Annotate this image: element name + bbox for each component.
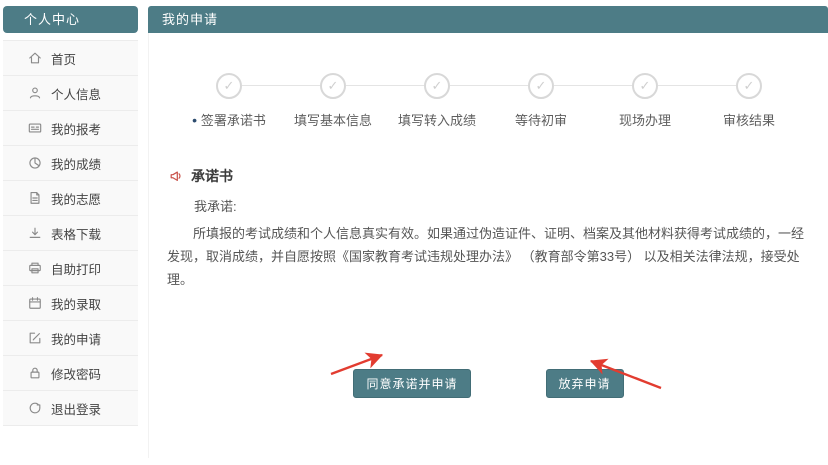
sidebar-item-label: 退出登录 [51, 399, 101, 418]
agree-apply-button[interactable]: 同意承诺并申请 [353, 369, 470, 398]
step-fill-transfer-scores: ✓ 填写转入成绩 [385, 73, 489, 129]
lock-icon [28, 366, 42, 380]
check-icon: ✓ [528, 73, 554, 99]
sidebar-item-label: 我的申请 [51, 329, 101, 348]
sidebar-item-my-registration[interactable]: 我的报考 [3, 111, 138, 146]
sidebar-item-my-application[interactable]: 我的申请 [3, 321, 138, 356]
sidebar-item-form-download[interactable]: 表格下载 [3, 216, 138, 251]
application-steps: ✓ 签署承诺书 ✓ 填写基本信息 ✓ 填写转入成绩 ✓ 等待初审 ✓ 现场办 [177, 73, 801, 129]
step-review-result: ✓ 审核结果 [697, 73, 801, 129]
sidebar-item-self-print[interactable]: 自助打印 [3, 251, 138, 286]
home-icon [28, 51, 42, 65]
step-label: 填写转入成绩 [385, 110, 489, 129]
check-icon: ✓ [216, 73, 242, 99]
page: 个人中心 首页 个人信息 我的报考 我的成绩 我的志愿 [0, 0, 828, 458]
megaphone-icon [169, 169, 183, 183]
sidebar-item-label: 修改密码 [51, 364, 101, 383]
sidebar-item-change-password[interactable]: 修改密码 [3, 356, 138, 391]
step-label: 现场办理 [593, 110, 697, 129]
logout-icon [28, 401, 42, 415]
main-panel-title: 我的申请 [148, 6, 828, 33]
step-fill-basic-info: ✓ 填写基本信息 [281, 73, 385, 129]
sidebar-item-personal-info[interactable]: 个人信息 [3, 76, 138, 111]
pie-chart-icon [28, 156, 42, 170]
user-icon [28, 86, 42, 100]
commitment-title: 承诺书 [191, 166, 233, 186]
commitment-section: 承诺书 我承诺: 所填报的考试成绩和个人信息真实有效。如果通过伪造证件、证明、档… [167, 166, 810, 291]
sidebar-item-label: 我的成绩 [51, 154, 101, 173]
main-body: ✓ 签署承诺书 ✓ 填写基本信息 ✓ 填写转入成绩 ✓ 等待初审 ✓ 现场办 [148, 33, 828, 458]
main-panel: 我的申请 ✓ 签署承诺书 ✓ 填写基本信息 ✓ 填写转入成绩 ✓ 等待初 [148, 6, 828, 458]
sidebar-item-my-preferences[interactable]: 我的志愿 [3, 181, 138, 216]
sidebar-item-my-admission[interactable]: 我的录取 [3, 286, 138, 321]
sidebar-item-label: 表格下载 [51, 224, 101, 243]
step-label: 审核结果 [697, 110, 801, 129]
sidebar-item-label: 自助打印 [51, 259, 101, 278]
check-icon: ✓ [320, 73, 346, 99]
action-buttons: 同意承诺并申请 放弃申请 [167, 369, 810, 398]
commitment-title-row: 承诺书 [169, 166, 810, 186]
printer-icon [28, 261, 42, 275]
check-icon: ✓ [632, 73, 658, 99]
sidebar-item-label: 个人信息 [51, 84, 101, 103]
edit-icon [28, 331, 42, 345]
sidebar: 个人中心 首页 个人信息 我的报考 我的成绩 我的志愿 [3, 6, 138, 458]
id-card-icon [28, 121, 42, 135]
abandon-application-button[interactable]: 放弃申请 [546, 369, 624, 398]
sidebar-item-logout[interactable]: 退出登录 [3, 391, 138, 426]
step-label: 签署承诺书 [177, 110, 281, 129]
sidebar-item-label: 我的志愿 [51, 189, 101, 208]
sidebar-item-label: 首页 [51, 49, 76, 68]
sidebar-title: 个人中心 [3, 6, 138, 33]
sidebar-item-home[interactable]: 首页 [3, 41, 138, 76]
step-label: 填写基本信息 [281, 110, 385, 129]
commitment-body: 所填报的考试成绩和个人信息真实有效。如果通过伪造证件、证明、档案及其他材料获得考… [167, 223, 810, 291]
commitment-intro: 我承诺: [194, 196, 810, 215]
download-icon [28, 226, 42, 240]
step-await-initial-review: ✓ 等待初审 [489, 73, 593, 129]
check-icon: ✓ [424, 73, 450, 99]
check-icon: ✓ [736, 73, 762, 99]
step-onsite-processing: ✓ 现场办理 [593, 73, 697, 129]
document-icon [28, 191, 42, 205]
calendar-icon [28, 296, 42, 310]
step-label: 等待初审 [489, 110, 593, 129]
sidebar-item-label: 我的录取 [51, 294, 101, 313]
sidebar-menu: 首页 个人信息 我的报考 我的成绩 我的志愿 表格下载 [3, 40, 138, 426]
step-sign-commitment: ✓ 签署承诺书 [177, 73, 281, 129]
sidebar-item-label: 我的报考 [51, 119, 101, 138]
sidebar-item-my-scores[interactable]: 我的成绩 [3, 146, 138, 181]
